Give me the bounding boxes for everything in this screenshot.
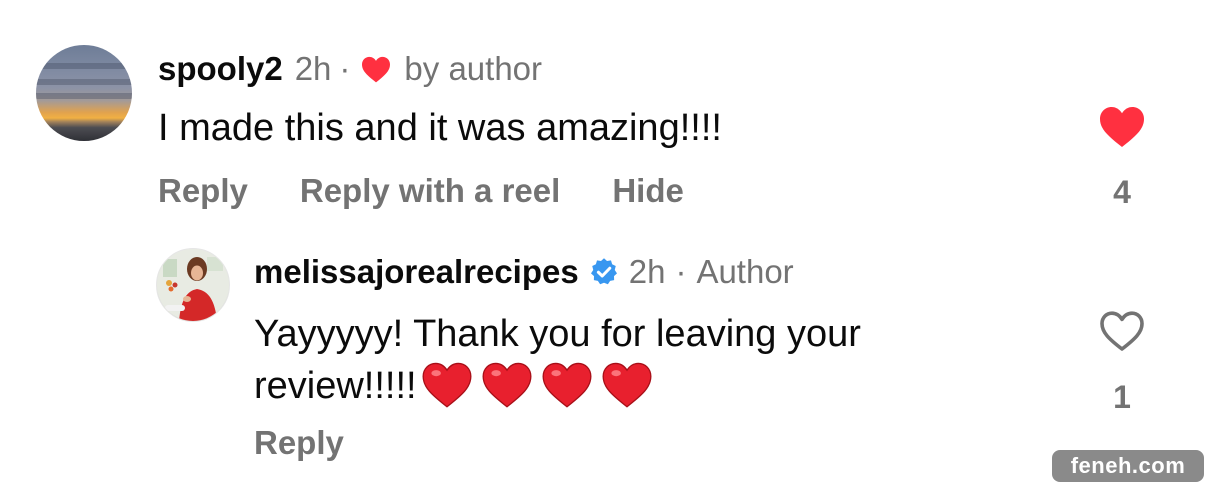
red-heart-emoji-icon (602, 362, 652, 408)
comment-time: 2h (294, 50, 332, 87)
heart-filled-icon (1100, 107, 1144, 147)
reply-text-block: Yayyyyy! Thank you for leaving your revi… (254, 308, 1014, 412)
reply-button[interactable]: Reply (158, 172, 248, 210)
like-button[interactable] (1098, 308, 1146, 357)
reply-with-reel-button[interactable]: Reply with a reel (300, 172, 560, 210)
avatar-spooly2[interactable] (36, 45, 132, 141)
comments-thread: spooly2 2h · by author I made this and i… (0, 0, 1206, 486)
red-heart-emoji-icon (482, 362, 532, 408)
heart-outline-icon (1100, 311, 1144, 351)
comment-username[interactable]: spooly2 (158, 50, 283, 88)
reply-header: melissajorealrecipes 2h · Author (254, 253, 794, 291)
comment-header: spooly2 2h · by author (158, 50, 542, 88)
liked-by-author-label: by author (404, 50, 543, 87)
reply-username[interactable]: melissajorealrecipes (254, 253, 579, 291)
comment-actions: Reply Reply with a reel Hide (158, 172, 736, 210)
reply-actions: Reply (254, 424, 344, 462)
separator-dot: · (675, 253, 687, 290)
watermark: feneh.com (1052, 450, 1204, 482)
red-heart-emoji-icon (542, 362, 592, 408)
reply-button[interactable]: Reply (254, 424, 344, 462)
like-count[interactable]: 1 (1098, 379, 1146, 416)
hide-button[interactable]: Hide (612, 172, 684, 210)
reply-time: 2h (628, 253, 666, 290)
like-button-filled[interactable] (1098, 104, 1146, 153)
heart-icon (360, 53, 392, 91)
red-heart-emoji-icon (422, 362, 472, 408)
author-label: Author (696, 253, 794, 290)
comment-text: I made this and it was amazing!!!! (158, 107, 722, 149)
separator-dot: · (339, 50, 351, 87)
like-count[interactable]: 4 (1098, 174, 1146, 211)
avatar-melissajorealrecipes[interactable] (156, 248, 230, 322)
verified-badge-icon (589, 257, 619, 295)
heart-emojis (421, 360, 661, 408)
